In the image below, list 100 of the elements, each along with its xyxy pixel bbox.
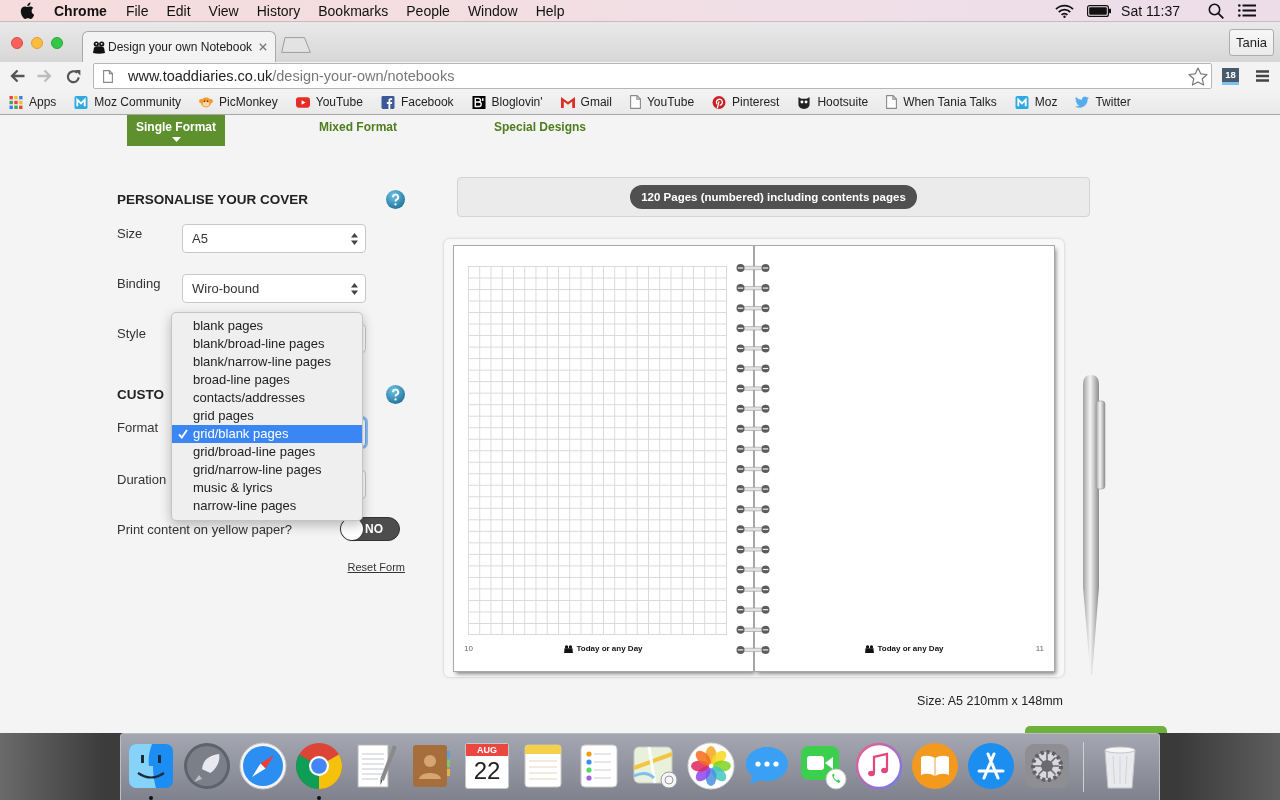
pin-circle-icon [712, 95, 727, 109]
frog-icon [564, 645, 574, 653]
dropdown-option[interactable]: grid/narrow-line pages [172, 461, 362, 479]
section-heading: PERSONALISE YOUR COVER [117, 191, 309, 207]
field-label: Duration [117, 471, 168, 487]
bookmark-link[interactable]: Moz [1014, 95, 1058, 109]
url-text: www.toaddiaries.co.uk/design-your-own/notebooks [128, 68, 455, 84]
zigzag-tile-icon [1014, 95, 1029, 109]
page-footer-text: Today or any Day [877, 644, 944, 654]
dropdown-option[interactable]: narrow-line pages [172, 497, 362, 515]
extension-button[interactable]: 18 [1222, 67, 1239, 85]
format-tab[interactable]: Special Designs [491, 115, 589, 146]
menu-item[interactable]: People [406, 2, 450, 19]
reset-link[interactable]: Reset Form [347, 561, 405, 573]
help-icon[interactable] [386, 384, 405, 404]
document-icon [103, 69, 113, 83]
reload-icon[interactable] [66, 68, 81, 84]
profile-button[interactable]: Tania [1228, 29, 1274, 56]
field-label: Format [117, 419, 160, 435]
bookmark-link[interactable]: Bloglovin' [471, 95, 543, 109]
smiling-face-icon[interactable] [127, 742, 175, 790]
page-footer-text: Today or any Day [576, 644, 643, 654]
apple-icon[interactable] [20, 2, 34, 19]
pencil-ruler-icon[interactable] [967, 742, 1015, 790]
pages-badge: 120 Pages (numbered) including contents pages [630, 185, 917, 209]
calendar-icon[interactable]: AUG 22 [465, 743, 509, 789]
gear-icon[interactable] [1023, 742, 1071, 790]
dropdown-option[interactable]: blank/narrow-line pages [172, 353, 362, 371]
address-bar[interactable]: www.toaddiaries.co.uk/design-your-own/notebooks [93, 63, 1212, 89]
bird-icon [1075, 95, 1090, 109]
flower-icon[interactable] [687, 742, 735, 790]
page-number: 11 [1035, 644, 1044, 654]
dropdown-option[interactable]: broad-line pages [172, 371, 362, 389]
format-tab[interactable]: Single Format [127, 115, 225, 146]
menu-item[interactable]: Window [467, 2, 518, 19]
bookmark-link[interactable]: Hootsuite [797, 95, 869, 109]
open-book-icon[interactable] [911, 742, 959, 790]
tricolor-circle-icon[interactable] [295, 742, 343, 790]
list-icon[interactable] [1238, 4, 1256, 17]
dropdown-option[interactable]: grid/broad-line pages [172, 443, 362, 461]
rocket-icon[interactable] [183, 742, 231, 790]
owl-icon [797, 95, 812, 109]
search-icon[interactable] [1208, 2, 1224, 19]
section-heading: CUSTO [117, 386, 164, 402]
help-icon[interactable] [386, 189, 405, 209]
frog-icon [93, 40, 105, 54]
battery-icon[interactable] [1087, 4, 1112, 17]
dropdown-option[interactable]: grid/blank pages [172, 425, 362, 443]
bookmark-link[interactable]: Apps [9, 95, 57, 109]
close-window-button[interactable] [11, 36, 23, 49]
app-menu[interactable]: Chrome [54, 2, 107, 19]
bookmark-link[interactable]: When Tania Talks [886, 95, 997, 109]
field-label: Size [117, 225, 144, 241]
format-tab[interactable]: Mixed Format [309, 115, 407, 146]
menu-item[interactable]: Help [535, 2, 565, 19]
check-icon [178, 429, 188, 439]
menu-item[interactable]: View [208, 2, 239, 19]
dropdown-option[interactable]: contacts/addresses [172, 389, 362, 407]
field-label: Binding [117, 275, 162, 291]
bookmark-link[interactable]: Moz Community [74, 95, 182, 109]
menu-item[interactable]: Edit [166, 2, 191, 19]
zigzag-tile-icon [74, 95, 89, 109]
toggle-switch[interactable]: NO [340, 517, 400, 541]
star-icon[interactable] [1188, 66, 1208, 86]
calendar-day: 22 [473, 756, 501, 786]
dropdown-option[interactable]: grid pages [172, 407, 362, 425]
wifi-icon[interactable] [1055, 3, 1075, 18]
frog-icon [865, 645, 875, 653]
menu-clock[interactable]: Sat 11:37 [1121, 2, 1180, 19]
bookmark-link[interactable]: Twitter [1075, 95, 1131, 109]
back-arrow-icon[interactable] [9, 69, 25, 83]
field-label: Print content on yellow paper? [117, 521, 292, 537]
compass-icon[interactable] [239, 742, 287, 790]
dropdown-option[interactable]: music & lyrics [172, 479, 362, 497]
close-icon[interactable] [259, 43, 268, 51]
dropdown-option[interactable]: blank/broad-line pages [172, 335, 362, 353]
bookmark-link[interactable]: PicMonkey [199, 95, 278, 109]
menu-icon[interactable] [1256, 70, 1269, 82]
bookmark-link[interactable]: Gmail [560, 95, 612, 109]
browser-tab[interactable]: Design your own Notebook [82, 31, 277, 62]
bookmark-link[interactable]: YouTube [295, 95, 363, 109]
select-field[interactable]: A5 [182, 224, 366, 253]
menu-item[interactable]: File [125, 2, 149, 19]
size-caption: Size: A5 210mm x 148mm [916, 694, 1063, 709]
bookmark-link[interactable]: YouTube [629, 95, 695, 109]
caret-icon [171, 137, 181, 142]
bookmark-link[interactable]: Pinterest [712, 95, 780, 109]
b-tile-icon [471, 95, 486, 109]
bookmark-link[interactable]: Facebook [380, 95, 454, 109]
music-note-icon[interactable] [855, 742, 903, 790]
select-arrows-icon [351, 282, 358, 295]
zoom-window-button[interactable] [51, 36, 63, 49]
menu-item[interactable]: Bookmarks [318, 2, 389, 19]
calendar-month: AUG [466, 744, 508, 756]
select-field[interactable]: Wiro-bound [182, 274, 366, 303]
field-label: Style [117, 325, 147, 341]
play-icon [295, 95, 310, 109]
monkey-icon [199, 95, 214, 109]
dropdown-option[interactable]: blank pages [172, 317, 362, 335]
menu-item[interactable]: History [256, 2, 301, 19]
